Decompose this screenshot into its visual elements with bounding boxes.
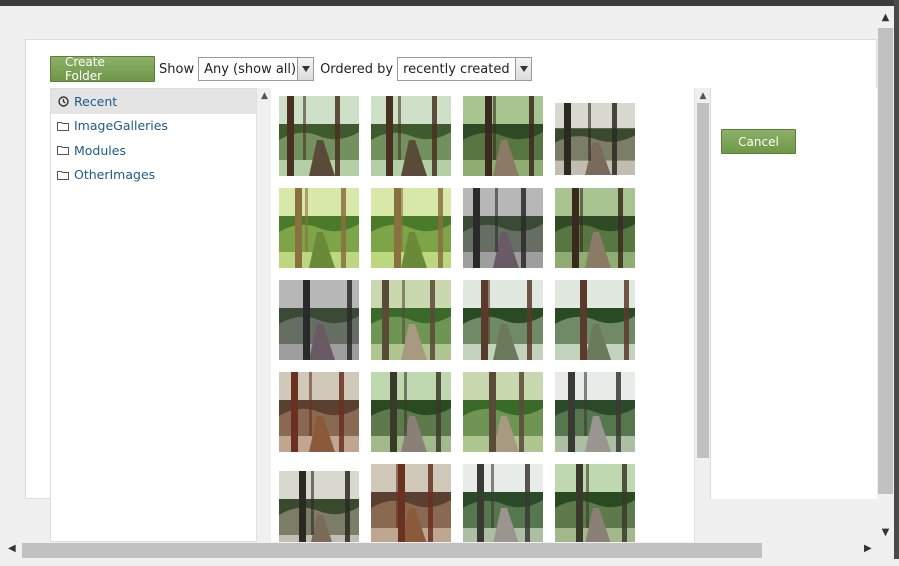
thumbnail-photo <box>279 188 359 268</box>
image-thumbnail[interactable] <box>555 372 635 452</box>
ordered-by-label: Ordered by <box>320 61 394 77</box>
thumbnail-grid <box>271 88 694 542</box>
image-thumbnail[interactable] <box>279 372 359 452</box>
folder-tree: Recent ImageGalleries Modules OtherImage… <box>50 88 256 542</box>
scroll-down-icon[interactable]: ▼ <box>877 527 894 538</box>
thumbnail-photo <box>463 280 543 360</box>
thumbnail-photo <box>555 372 635 452</box>
window-bottom-edge <box>0 559 899 566</box>
thumbnail-photo <box>279 372 359 452</box>
image-thumbnail[interactable] <box>279 471 359 542</box>
folder-icon <box>57 169 69 181</box>
thumbnail-photo <box>371 280 451 360</box>
window-edge <box>894 0 899 566</box>
image-thumbnail[interactable] <box>463 372 543 452</box>
image-thumbnail[interactable] <box>555 464 635 542</box>
image-thumbnail[interactable] <box>279 96 359 176</box>
folder-item-recent[interactable]: Recent <box>51 89 256 114</box>
image-thumbnail[interactable] <box>371 96 451 176</box>
thumbnail-photo <box>279 96 359 176</box>
window-vertical-scrollbar[interactable]: ▲ ▼ <box>877 6 894 542</box>
thumbnail-photo <box>555 103 635 175</box>
scrollbar-thumb[interactable] <box>878 28 893 494</box>
thumbnail-photo <box>555 464 635 542</box>
image-thumbnail[interactable] <box>279 188 359 268</box>
show-filter-value: Any (show all) <box>204 61 297 77</box>
image-thumbnail[interactable] <box>371 372 451 452</box>
thumbnail-photo <box>555 280 635 360</box>
scroll-up-icon[interactable]: ▲ <box>257 91 272 101</box>
thumbnail-photo <box>463 96 543 176</box>
folder-item-imagegalleries[interactable]: ImageGalleries <box>51 114 256 139</box>
image-thumbnail[interactable] <box>463 188 543 268</box>
scroll-right-icon[interactable]: ▶ <box>864 543 872 554</box>
folder-label: ImageGalleries <box>74 118 168 134</box>
show-filter-select[interactable]: Any (show all) <box>198 57 315 81</box>
folder-label: Modules <box>74 142 126 158</box>
folder-item-otherimages[interactable]: OtherImages <box>51 163 256 188</box>
thumbnail-photo <box>463 188 543 268</box>
image-thumbnail[interactable] <box>463 96 543 176</box>
folder-icon <box>57 144 69 156</box>
thumbnail-photo <box>371 96 451 176</box>
cancel-button[interactable]: Cancel <box>721 129 796 154</box>
image-thumbnail[interactable] <box>371 464 451 542</box>
thumbnail-photo <box>555 188 635 268</box>
create-folder-button[interactable]: Create Folder <box>50 55 155 83</box>
image-thumbnail[interactable] <box>371 188 451 268</box>
chevron-down-icon[interactable] <box>297 58 314 80</box>
thumbnail-grid-scrollbar[interactable]: ▲ <box>694 88 710 542</box>
image-thumbnail[interactable] <box>371 280 451 360</box>
thumbnail-photo <box>371 464 451 542</box>
folder-item-modules[interactable]: Modules <box>51 138 256 163</box>
folder-label: Recent <box>74 93 118 109</box>
image-thumbnail[interactable] <box>555 280 635 360</box>
scroll-up-icon[interactable]: ▲ <box>695 91 711 101</box>
thumbnail-photo <box>463 464 543 542</box>
image-thumbnail[interactable] <box>555 103 635 175</box>
window-horizontal-scrollbar[interactable]: ◀ ▶ <box>0 542 894 559</box>
chevron-down-icon[interactable] <box>515 58 532 80</box>
image-thumbnail[interactable] <box>463 464 543 542</box>
scroll-up-icon[interactable]: ▲ <box>877 12 894 23</box>
image-thumbnail[interactable] <box>279 280 359 360</box>
scrollbar-thumb[interactable] <box>22 543 762 558</box>
thumbnail-photo <box>279 471 359 542</box>
order-by-select[interactable]: recently created <box>397 57 533 81</box>
thumbnail-photo <box>371 188 451 268</box>
thumbnail-photo <box>279 280 359 360</box>
folder-icon <box>57 120 69 132</box>
folder-label: OtherImages <box>74 167 156 183</box>
thumbnail-photo <box>463 372 543 452</box>
show-label: Show <box>159 61 195 77</box>
toolbar: Create Folder Show Any (show all) Ordere… <box>50 55 533 83</box>
image-thumbnail[interactable] <box>463 280 543 360</box>
image-thumbnail[interactable] <box>555 188 635 268</box>
thumbnail-photo <box>371 372 451 452</box>
clock-icon <box>57 95 69 107</box>
folder-tree-scrollbar[interactable]: ▲ <box>256 88 271 542</box>
scrollbar-thumb[interactable] <box>697 103 709 458</box>
scroll-left-icon[interactable]: ◀ <box>8 543 16 554</box>
order-by-value: recently created <box>403 61 510 77</box>
